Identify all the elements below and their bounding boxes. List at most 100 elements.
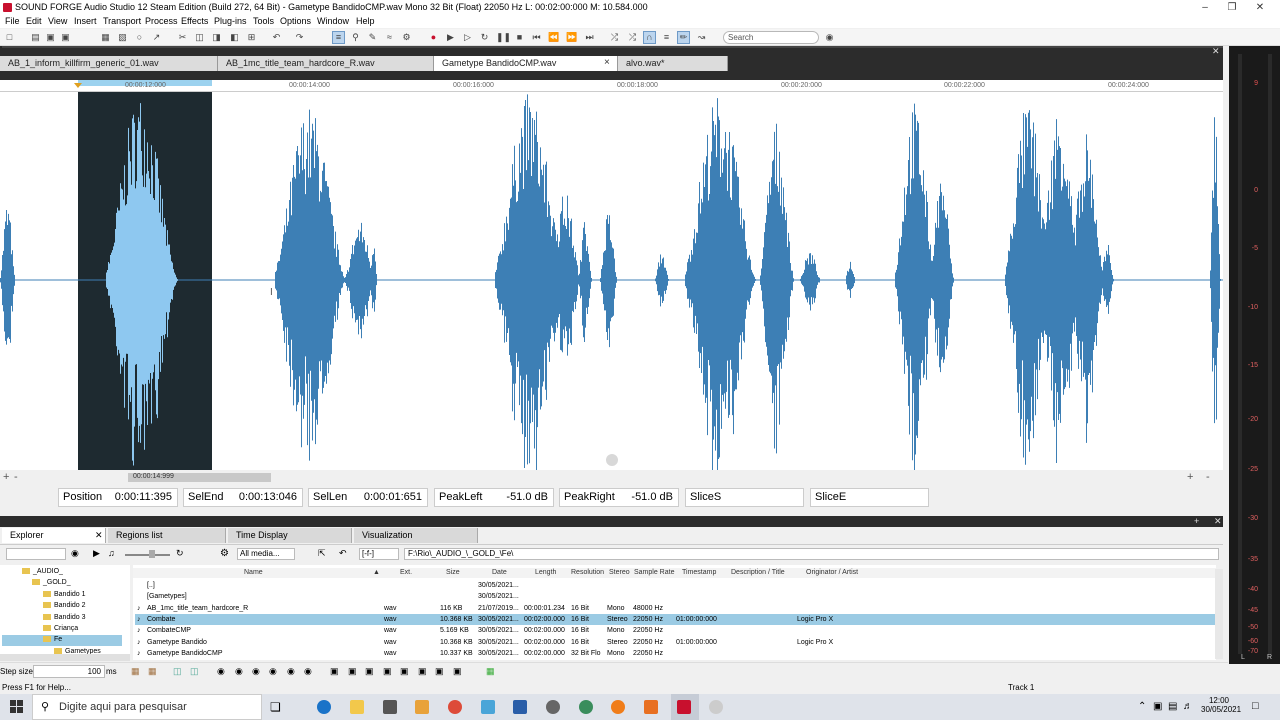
cut-mode-icon[interactable]: ○ [134, 32, 145, 43]
scrub-handle[interactable] [604, 452, 620, 468]
folder-up-icon[interactable]: ⇱ [318, 548, 326, 559]
cursor-marker-icon[interactable] [74, 83, 82, 88]
task-view-icon[interactable]: ❏ [270, 700, 281, 714]
redo-icon[interactable]: ↷ [294, 32, 305, 43]
path-input[interactable]: F:\Rio\_AUDIO_\_GOLD_\Fe\ [404, 548, 1219, 560]
pause-icon[interactable]: ❚❚ [496, 32, 511, 43]
app-icon-green[interactable] [579, 700, 593, 714]
col-timestamp[interactable]: Timestamp [682, 569, 716, 578]
save-as-icon[interactable]: ▣ [60, 32, 71, 43]
tool-icon-5[interactable]: ▣ [400, 666, 409, 677]
explorer-search-input[interactable] [6, 548, 66, 560]
tab-visualization[interactable]: Visualization [354, 528, 478, 543]
stepsize-input[interactable]: 100 [33, 665, 105, 678]
play-all-icon[interactable]: ▷ [462, 32, 473, 43]
tool-icon-6[interactable]: ▣ [418, 666, 427, 677]
undo-icon[interactable]: ↶ [271, 32, 282, 43]
tool-icon-2[interactable]: ▣ [348, 666, 357, 677]
col-name[interactable]: Name [244, 569, 263, 578]
refresh-icon[interactable]: ↻ [176, 548, 184, 559]
loop-icon[interactable]: ↻ [479, 32, 490, 43]
menu-effects[interactable]: Effects [181, 16, 208, 26]
nav-icon-6[interactable]: ◉ [304, 666, 312, 677]
zoom-in-right-icon[interactable]: + [1187, 471, 1193, 483]
shuffle-icon[interactable]: ⤮ [609, 32, 620, 43]
menu-edit[interactable]: Edit [26, 16, 42, 26]
tab-explorer[interactable]: Explorer [2, 528, 106, 543]
close-window-button[interactable]: ✕ [1248, 0, 1272, 15]
tab-time-display[interactable]: Time Display [228, 528, 352, 543]
maximize-button[interactable]: ❐ [1220, 0, 1244, 15]
menu-file[interactable]: File [5, 16, 20, 26]
file-row[interactable]: ♪ Combate wav 10.368 KB 30/05/2021... 00:02:0… [135, 613, 1215, 625]
auto-crossfade-icon[interactable]: ⤮ [627, 32, 638, 43]
add-pane-icon[interactable]: + [1194, 516, 1199, 526]
go-start-icon[interactable]: ⏮ [531, 32, 542, 43]
tool-icon-7[interactable]: ▣ [435, 666, 444, 677]
tab-doc-2[interactable]: AB_1mc_title_team_hardcore_R.wav [218, 56, 434, 71]
scroll-thumb[interactable]: 00:00:14:999 [128, 473, 271, 482]
tool-arrow-icon[interactable]: ↗ [151, 32, 162, 43]
marker-icon[interactable]: ↝ [696, 32, 707, 43]
nav-icon-1[interactable]: ◉ [217, 666, 225, 677]
clock[interactable]: 12:00 30/05/2021 [1201, 696, 1241, 714]
file-row[interactable]: [..] 30/05/2021... [135, 580, 1215, 591]
col-stereo[interactable]: Stereo [609, 569, 630, 578]
tray-chevron-icon[interactable]: ⌃ [1138, 701, 1146, 712]
sound-forge-icon[interactable] [677, 700, 691, 714]
view-icon-3[interactable]: ◫ [173, 666, 182, 677]
stop-icon[interactable]: ■ [514, 32, 525, 43]
settings-gear-icon[interactable]: ⚙ [220, 548, 229, 559]
chrome-icon[interactable] [448, 700, 462, 714]
zoom-in-icon[interactable]: + [3, 471, 9, 483]
network-icon[interactable]: ▣ [1153, 701, 1162, 712]
tree-item-fe[interactable]: Fe [43, 636, 62, 643]
explorer-play-icon[interactable]: ▶ [93, 548, 100, 559]
waveform-view[interactable]: I [0, 92, 1223, 481]
app-icon-orange[interactable] [611, 700, 625, 714]
close-doc-icon[interactable]: ✕ [1212, 46, 1222, 56]
horizontal-scrollbar[interactable]: + - 00:00:14:999 + - [0, 470, 1223, 484]
envelope-tool-icon[interactable]: ≈ [384, 32, 395, 43]
drive-select[interactable]: [-f-] [359, 548, 399, 560]
menu-tools[interactable]: Tools [253, 16, 274, 26]
slices-field[interactable]: SliceS [685, 488, 804, 507]
menu-plugins[interactable]: Plug-ins [214, 16, 247, 26]
taskbar-search[interactable]: ⚲ Digite aqui para pesquisar [32, 694, 262, 720]
view-icon-1[interactable]: ▦ [131, 666, 140, 677]
tree-item-crianca[interactable]: Criança [43, 625, 78, 632]
close-explorer-icon[interactable]: ✕ [95, 530, 103, 541]
paste-icon[interactable]: ◨ [211, 32, 222, 43]
zoom-out-right-icon[interactable]: - [1206, 471, 1210, 483]
tree-item-audio[interactable]: _AUDIO_ [22, 568, 63, 575]
volume-slider-thumb[interactable] [149, 550, 155, 558]
menu-window[interactable]: Window [317, 16, 349, 26]
volume-icon[interactable]: ♬ [1183, 701, 1193, 712]
pane-separator[interactable]: + ✕ [0, 516, 1223, 527]
calculator-icon[interactable] [513, 700, 527, 714]
menu-options[interactable]: Options [280, 16, 311, 26]
col-length[interactable]: Length [535, 569, 556, 578]
time-ruler[interactable]: 00:00:12:000 00:00:14:000 00:00:16:000 0… [0, 80, 1223, 92]
position-field[interactable]: Position 0:00:11:395 [58, 488, 178, 507]
tree-scrollbar[interactable] [0, 654, 130, 661]
col-description[interactable]: Description / Title [731, 569, 785, 578]
file-row[interactable]: ♪ AB_1mc_title_team_hardcore_R wav 116 KB 21… [135, 603, 1215, 614]
sellen-field[interactable]: SelLen 0:00:01:651 [308, 488, 428, 507]
menu-insert[interactable]: Insert [74, 16, 97, 26]
record-icon[interactable]: ● [428, 32, 439, 43]
store-icon[interactable] [383, 700, 397, 714]
tool-icon-1[interactable]: ▣ [330, 666, 339, 677]
close-pane-icon[interactable]: ✕ [1214, 516, 1222, 527]
edit-tool-icon[interactable]: ≡ [332, 31, 345, 44]
tool-icon-3[interactable]: ▣ [365, 666, 374, 677]
play-icon[interactable]: ▶ [445, 32, 456, 43]
tab-regions-list[interactable]: Regions list [108, 528, 226, 543]
file-row[interactable]: [Gametypes] 30/05/2021... [135, 591, 1215, 602]
lock-icon[interactable]: ✏ [677, 31, 690, 44]
preview-volume-slider[interactable] [125, 554, 170, 556]
edge-icon[interactable] [317, 700, 331, 714]
properties-icon[interactable]: ▦ [100, 32, 111, 43]
display-icon[interactable]: ▤ [1168, 701, 1177, 712]
menu-help[interactable]: Help [356, 16, 375, 26]
